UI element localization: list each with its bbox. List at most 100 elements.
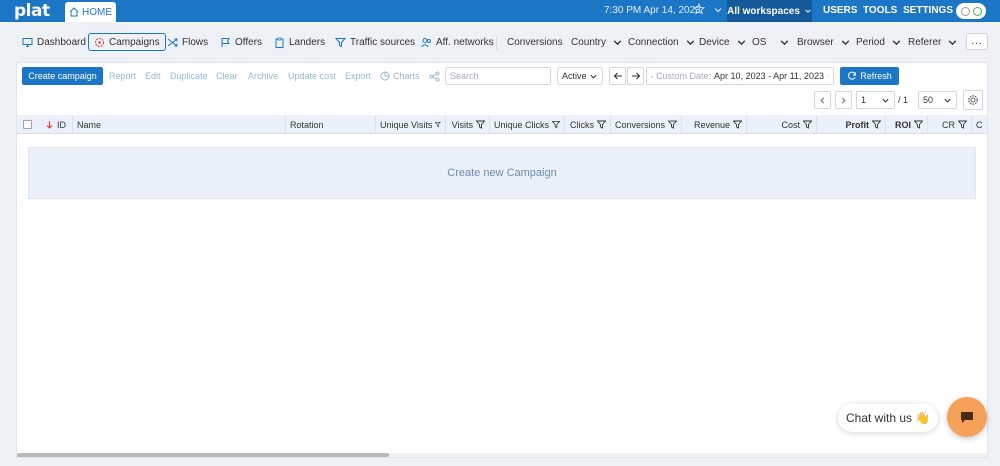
nav-aff-networks[interactable]: Aff. networks xyxy=(421,34,494,51)
filter-icon[interactable] xyxy=(597,120,606,129)
duplicate-button[interactable]: Duplicate xyxy=(170,71,208,81)
page-value: 1 xyxy=(861,95,867,105)
chat-prompt[interactable]: Chat with us 👋 xyxy=(838,404,938,432)
report-label: Country xyxy=(571,37,607,48)
nav-offers[interactable]: Offers xyxy=(220,34,262,51)
campaigns-panel: Create campaign Report Edit Duplicate Cl… xyxy=(16,62,988,458)
filter-icon[interactable] xyxy=(476,120,485,129)
report-os[interactable]: OS xyxy=(752,34,790,51)
per-page-value: 50 xyxy=(923,95,934,105)
col-unique-visits[interactable]: Unique Visits xyxy=(375,115,445,134)
per-page-select[interactable]: 50 xyxy=(918,91,957,109)
user-icon xyxy=(960,6,970,16)
create-new-campaign-placeholder[interactable]: Create new Campaign xyxy=(28,147,976,199)
search-box[interactable] xyxy=(445,67,551,85)
app-logo[interactable]: plat xyxy=(14,1,64,21)
col-id[interactable]: ID xyxy=(41,115,73,134)
report-device[interactable]: Device xyxy=(699,34,747,51)
prev-page-button[interactable] xyxy=(814,91,831,109)
filter-icon[interactable] xyxy=(872,120,881,129)
user-avatar[interactable] xyxy=(956,3,986,19)
report-connection[interactable]: Connection xyxy=(628,34,696,51)
chevron-down-icon xyxy=(892,40,901,46)
col-roi[interactable]: ROI xyxy=(885,115,927,134)
chevron-down-icon xyxy=(882,98,889,103)
filter-icon[interactable] xyxy=(958,120,967,129)
report-button[interactable]: Report xyxy=(109,71,136,81)
workspace-label: All workspaces xyxy=(727,5,800,17)
edit-button[interactable]: Edit xyxy=(145,71,161,81)
search-input[interactable] xyxy=(450,71,546,81)
workspace-selector[interactable]: All workspaces xyxy=(727,0,812,22)
report-label: Browser xyxy=(797,37,834,48)
chevron-down-icon[interactable] xyxy=(713,5,723,15)
nav-dashboard[interactable]: Dashboard xyxy=(22,34,86,51)
page-select[interactable]: 1 xyxy=(856,91,895,109)
charts-label: Charts xyxy=(393,71,420,81)
tools-link[interactable]: TOOLS xyxy=(863,5,897,16)
filter-icon[interactable] xyxy=(435,120,441,129)
filter-icon[interactable] xyxy=(733,120,742,129)
date-label: Custom Date: xyxy=(656,71,712,81)
archive-button[interactable]: Archive xyxy=(248,71,278,81)
refresh-button[interactable]: Refresh xyxy=(840,67,899,85)
report-period[interactable]: Period xyxy=(856,34,902,51)
col-rotation[interactable]: Rotation xyxy=(285,115,375,134)
update-cost-button[interactable]: Update cost xyxy=(288,71,336,81)
col-profit[interactable]: Profit xyxy=(816,115,885,134)
col-label: ID xyxy=(57,119,66,130)
chevron-down-icon xyxy=(841,40,849,46)
chevron-left-icon xyxy=(820,96,825,104)
report-country[interactable]: Country xyxy=(571,34,623,51)
report-referer[interactable]: Referer xyxy=(908,34,958,51)
select-all-checkbox[interactable] xyxy=(23,120,32,129)
col-truncated[interactable]: C xyxy=(971,115,987,134)
refresh-icon xyxy=(848,71,857,80)
settings-link[interactable]: SETTINGS xyxy=(903,5,953,16)
prev-date-button[interactable] xyxy=(609,67,626,85)
col-revenue[interactable]: Revenue xyxy=(681,115,746,134)
horizontal-scrollbar[interactable] xyxy=(17,453,987,457)
report-browser[interactable]: Browser xyxy=(797,34,851,51)
next-date-button[interactable] xyxy=(627,67,644,85)
export-button[interactable]: Export xyxy=(345,71,371,81)
filter-icon[interactable] xyxy=(552,120,560,129)
nav-campaigns[interactable]: Campaigns xyxy=(88,33,166,51)
filter-icon[interactable] xyxy=(668,120,677,129)
next-page-button[interactable] xyxy=(835,91,852,109)
filter-icon[interactable] xyxy=(803,120,812,129)
filter-icon[interactable] xyxy=(914,120,923,129)
nav-landers[interactable]: Landers xyxy=(274,34,325,51)
share-icon[interactable] xyxy=(429,71,440,82)
scrollbar-thumb[interactable] xyxy=(17,453,389,457)
target-icon xyxy=(95,37,104,47)
col-label: Revenue xyxy=(693,119,730,130)
users-link[interactable]: USERS xyxy=(823,5,857,16)
col-unique-clicks[interactable]: Unique Clicks xyxy=(489,115,564,134)
col-name[interactable]: Name xyxy=(72,115,285,134)
column-settings-button[interactable] xyxy=(963,90,983,110)
chat-button[interactable] xyxy=(947,397,987,437)
report-label: Referer xyxy=(908,37,942,48)
home-tab[interactable]: HOME xyxy=(65,2,116,22)
status-select[interactable]: Active xyxy=(557,67,603,85)
report-conversions[interactable]: Conversions xyxy=(507,34,563,51)
chat-label: Chat with us xyxy=(846,411,913,425)
col-cost[interactable]: Cost xyxy=(746,115,816,134)
date-range-picker[interactable]: Custom Date: Apr 10, 2023 - Apr 11, 2023 xyxy=(646,67,834,85)
users-icon xyxy=(421,38,431,48)
create-campaign-button[interactable]: Create campaign xyxy=(22,67,103,85)
col-cr[interactable]: CR xyxy=(927,115,971,134)
nav-traffic-sources[interactable]: Traffic sources xyxy=(335,34,415,51)
col-clicks[interactable]: Clicks xyxy=(564,115,610,134)
nav-flows[interactable]: Flows xyxy=(167,34,208,51)
star-icon[interactable] xyxy=(693,3,705,15)
more-button[interactable]: ... xyxy=(966,33,988,50)
nav-label: Offers xyxy=(235,37,263,48)
clipboard-icon xyxy=(275,37,284,48)
col-visits[interactable]: Visits xyxy=(445,115,489,134)
clear-button[interactable]: Clear xyxy=(216,71,238,81)
report-label: Connection xyxy=(628,37,679,48)
charts-button[interactable]: Charts xyxy=(380,71,420,81)
col-conversions[interactable]: Conversions xyxy=(610,115,681,134)
